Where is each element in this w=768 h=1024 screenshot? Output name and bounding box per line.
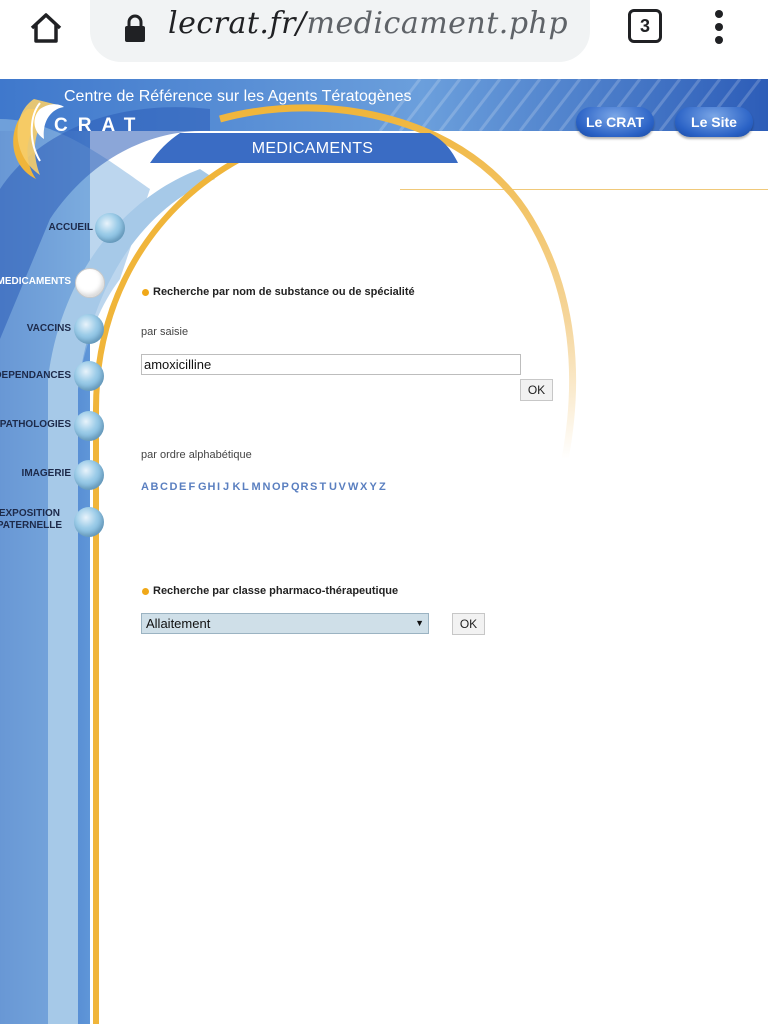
letter-link[interactable]: V [339, 481, 349, 493]
letter-link[interactable]: E [179, 481, 189, 493]
letter-link[interactable]: Z [379, 481, 389, 493]
letter-link[interactable]: W [348, 481, 360, 493]
nav-ball-imagerie[interactable] [74, 460, 104, 490]
alphabetical-label: par ordre alphabétique [141, 449, 252, 461]
by-input-label: par saisie [141, 326, 189, 338]
nav-item-exposition-paternelle[interactable]: EXPOSITION PATERNELLE [0, 508, 62, 532]
nav-item-pathologies[interactable]: PATHOLOGIES [0, 419, 71, 431]
url-text: lecrat.fr/medicament.php [168, 6, 568, 41]
letter-link[interactable]: F [189, 481, 199, 493]
letter-link[interactable]: U [329, 481, 339, 493]
nav-item-imagerie[interactable]: IMAGERIE [22, 468, 71, 480]
letter-link[interactable]: M [252, 481, 263, 493]
nav-ball-accueil[interactable] [95, 213, 125, 243]
alphabet-links: A B C D E F GH I J K L M N OP QR S T U V W X Y Z [141, 477, 389, 495]
nav-item-accueil[interactable]: ACCUEIL [49, 222, 93, 234]
search-name-heading: Recherche par nom de substance ou de spé… [153, 286, 415, 298]
search-name-ok-button[interactable]: OK [520, 379, 553, 401]
class-select-value: Allaitement [146, 616, 211, 631]
letter-link[interactable]: R [301, 481, 311, 493]
letter-link[interactable]: J [223, 481, 233, 493]
url-bar[interactable]: lecrat.fr/medicament.php [90, 0, 590, 62]
nav-item-vaccins[interactable]: VACCINS [27, 323, 71, 335]
nav-item-medicaments[interactable]: MEDICAMENTS [0, 276, 71, 288]
section-title: MEDICAMENTS [251, 140, 374, 157]
letter-link[interactable]: A [141, 481, 151, 493]
nav-ball-pathologies[interactable] [74, 411, 104, 441]
logo-text: CRAT [54, 115, 146, 136]
search-class-heading: Recherche par classe pharmaco-thérapeuti… [153, 585, 399, 597]
search-class-ok-button[interactable]: OK [452, 613, 485, 635]
substance-search-input[interactable]: amoxicilline [141, 354, 521, 375]
letter-link[interactable]: T [320, 481, 330, 493]
nav-ball-medicaments[interactable] [75, 268, 105, 298]
letter-link[interactable]: Q [291, 481, 301, 493]
home-icon[interactable] [26, 8, 66, 48]
letter-link[interactable]: D [170, 481, 180, 493]
chevron-down-icon: ▼ [415, 618, 424, 628]
crat-page: Centre de Référence sur les Agents Térat… [0, 79, 768, 1024]
letter-link[interactable]: H [208, 481, 218, 493]
letter-link[interactable]: O [272, 481, 282, 493]
nav-ball-exposition-paternelle[interactable] [74, 507, 104, 537]
url-domain: lecrat.fr/ [168, 6, 307, 41]
overflow-menu-icon[interactable] [711, 8, 727, 46]
letter-link[interactable]: N [263, 481, 273, 493]
letter-link[interactable]: S [310, 481, 320, 493]
nav-ball-dependances[interactable] [74, 361, 104, 391]
tab-switcher-icon[interactable]: 3 [628, 9, 662, 43]
letter-link[interactable]: X [360, 481, 370, 493]
le-site-button[interactable]: Le Site [675, 107, 753, 137]
letter-link[interactable]: B [151, 481, 161, 493]
letter-link[interactable]: Y [370, 481, 380, 493]
letter-link[interactable]: C [160, 481, 170, 493]
letter-link[interactable]: K [233, 481, 243, 493]
lock-icon [124, 14, 146, 44]
letter-link[interactable]: G [198, 481, 208, 493]
class-select[interactable]: Allaitement ▼ [141, 613, 429, 634]
nav-item-dependances[interactable]: DEPENDANCES [0, 370, 71, 382]
site-tagline: Centre de Référence sur les Agents Térat… [64, 88, 412, 105]
browser-toolbar: lecrat.fr/medicament.php 3 [0, 0, 768, 79]
letter-link[interactable]: P [282, 481, 292, 493]
letter-link[interactable]: L [242, 481, 252, 493]
url-path: medicament.php [306, 6, 569, 41]
bullet-icon [142, 588, 149, 595]
nav-ball-vaccins[interactable] [74, 314, 104, 344]
le-crat-button[interactable]: Le CRAT [576, 107, 654, 137]
bullet-icon [142, 289, 149, 296]
